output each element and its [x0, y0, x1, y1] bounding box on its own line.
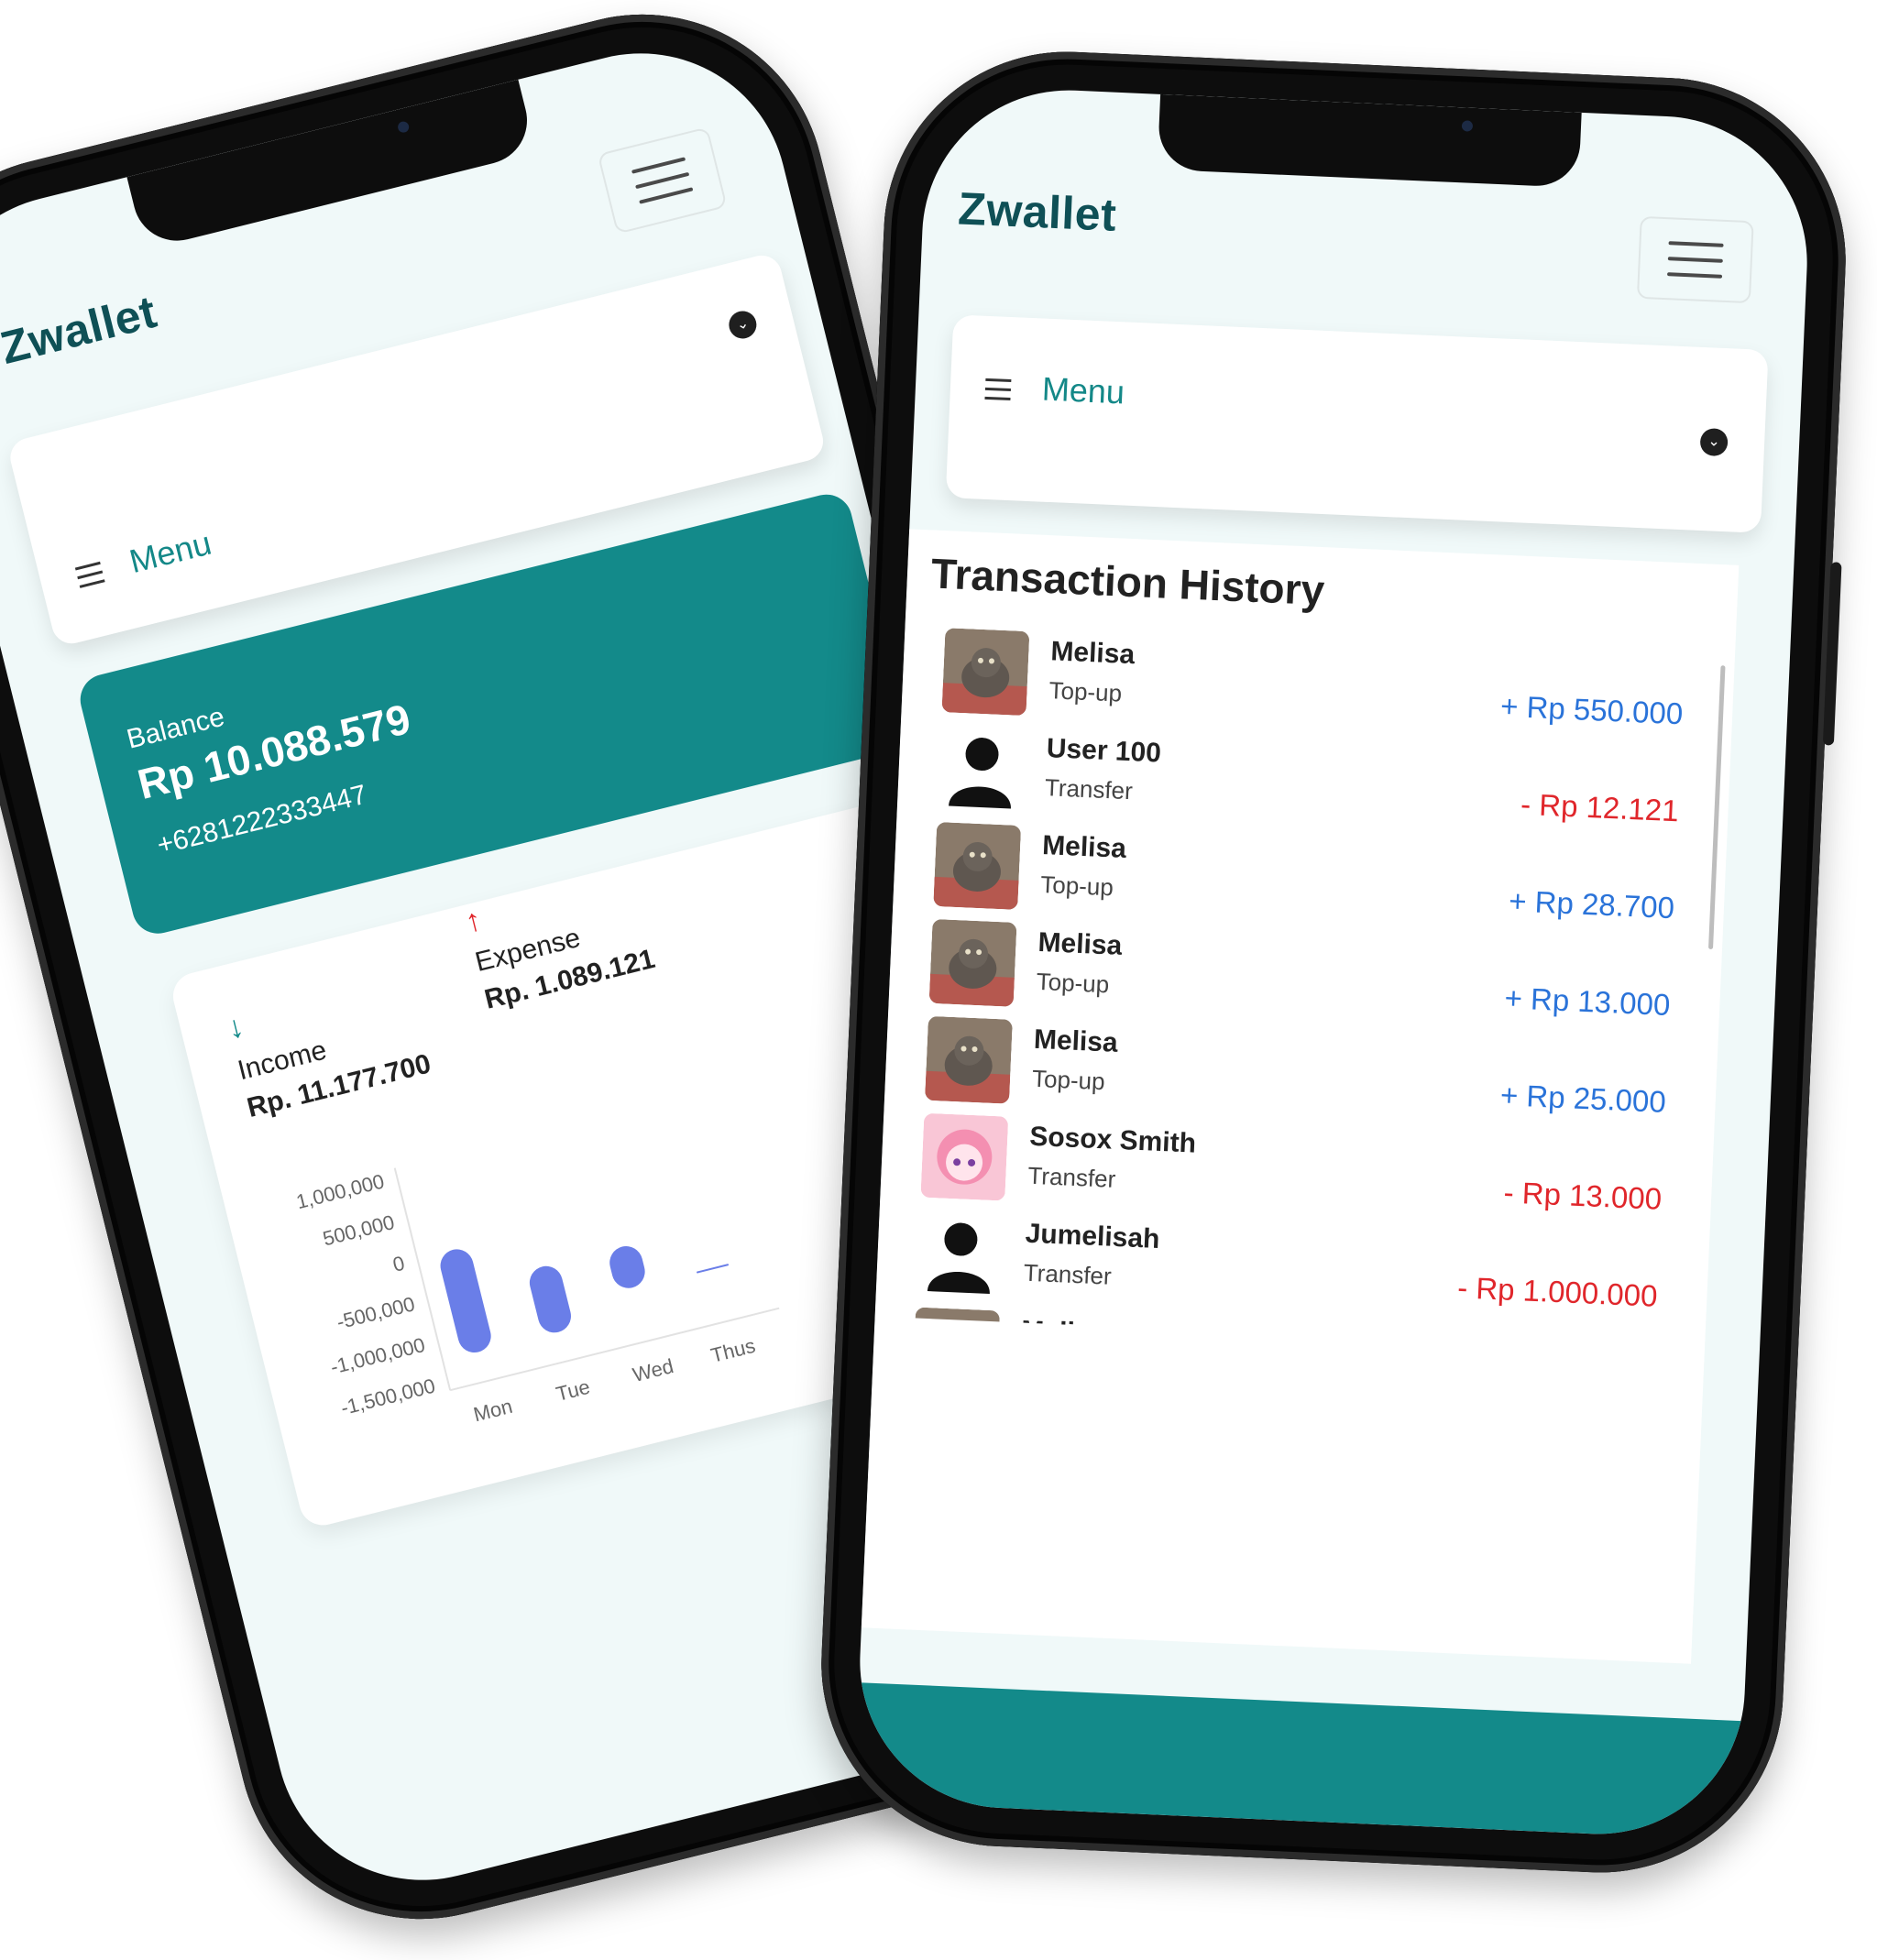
y-axis-tick-label: 1,000,000 [294, 1169, 387, 1213]
transaction-amount: + Rp 28.700 [1508, 883, 1675, 925]
user-avatar-icon [938, 725, 1026, 813]
menu-list-icon [74, 561, 105, 589]
brand-logo[interactable]: Zwallet [0, 285, 162, 375]
menu-label[interactable]: Menu [126, 524, 215, 582]
transaction-name: User 100 [1046, 733, 1162, 769]
user-avatar-icon [917, 1210, 1004, 1298]
avatar [925, 1015, 1013, 1104]
menu-list-icon [984, 378, 1012, 401]
transaction-name: Melisa [1041, 830, 1127, 865]
chevron-down-icon[interactable]: ⌄ [1699, 427, 1729, 457]
avatar [912, 1307, 1001, 1353]
transaction-name: Melisa [1037, 926, 1123, 961]
right-phone-mockup: Zwallet Menu ⌄ Transaction History Melis… [813, 44, 1854, 1880]
navbar-toggle-button[interactable] [597, 126, 728, 235]
avatar [928, 918, 1017, 1007]
balance-amount: Rp 10.088.579 [133, 694, 415, 809]
y-axis-tick-label: -500,000 [335, 1292, 417, 1333]
arrow-up-icon: ↑ [461, 902, 486, 940]
transaction-name: Melisa [1033, 1024, 1119, 1058]
transaction-type: Transfer [1044, 773, 1134, 805]
transaction-name: Jumelisah [1025, 1218, 1161, 1255]
navbar-toggle-button[interactable] [1636, 215, 1754, 304]
transaction-amount: - Rp 13.000 [1502, 1175, 1663, 1216]
transaction-amount: + Rp 13.000 [1503, 980, 1672, 1023]
arrow-down-icon: ↓ [224, 1008, 247, 1046]
transaction-type: Transfer [1023, 1258, 1113, 1290]
avatar [941, 628, 1030, 717]
chart-bar[interactable] [606, 1243, 648, 1291]
chart-bar[interactable] [697, 1264, 730, 1274]
avatar [933, 821, 1022, 910]
brand-logo[interactable]: Zwallet [957, 181, 1117, 241]
transaction-name: Melisa [1020, 1315, 1106, 1350]
menu-dropdown-card[interactable]: Menu ⌄ [945, 314, 1769, 533]
weekly-bar-chart: 1,000,000500,0000 -500,000-1,000,000-1,50… [294, 1167, 780, 1427]
y-axis-tick-label: 0 [390, 1252, 407, 1276]
transaction-history-panel: Transaction History Melisa Top-up + Rp 550… [861, 529, 1740, 1664]
chart-bar[interactable] [526, 1263, 575, 1336]
y-axis-tick-label: 500,000 [321, 1210, 397, 1250]
x-axis-tick-label: Thus [708, 1334, 758, 1367]
x-axis-tick-label: Mon [471, 1395, 515, 1427]
right-phone-screen: Zwallet Menu ⌄ Transaction History Melis… [853, 83, 1814, 1841]
section-title: Transaction History [929, 549, 1326, 615]
transaction-amount: - Rp 1.000.000 [1456, 1270, 1659, 1313]
transaction-type: Transfer [1026, 1161, 1116, 1193]
y-axis-tick-label: -1,500,000 [338, 1374, 437, 1419]
x-axis-tick-label: Tue [554, 1375, 592, 1406]
transaction-amount: + Rp 25.000 [1499, 1078, 1667, 1119]
transaction-list: Melisa Top-up + Rp 550.000 User 100 Transfer… [875, 620, 1735, 1353]
transaction-name: Melisa [1049, 636, 1136, 671]
camera-icon [396, 120, 411, 134]
x-axis-tick-label: Wed [631, 1354, 676, 1386]
y-axis-tick-label: -1,000,000 [328, 1333, 427, 1379]
avatar [920, 1112, 1009, 1201]
chart-bar[interactable] [437, 1246, 495, 1356]
transaction-amount: - Rp 12.121 [1520, 786, 1680, 828]
transaction-amount: + Rp 550.000 [1499, 688, 1684, 731]
transaction-type: Top-up [1048, 676, 1123, 707]
transaction-type: Top-up [1031, 1064, 1106, 1096]
transaction-type: Top-up [1039, 870, 1114, 902]
transaction-name: Sosox Smith [1028, 1121, 1197, 1159]
transaction-type: Top-up [1036, 967, 1110, 999]
chevron-down-icon[interactable]: ⌄ [726, 308, 760, 342]
menu-label[interactable]: Menu [1041, 370, 1125, 412]
camera-icon [1461, 120, 1474, 132]
